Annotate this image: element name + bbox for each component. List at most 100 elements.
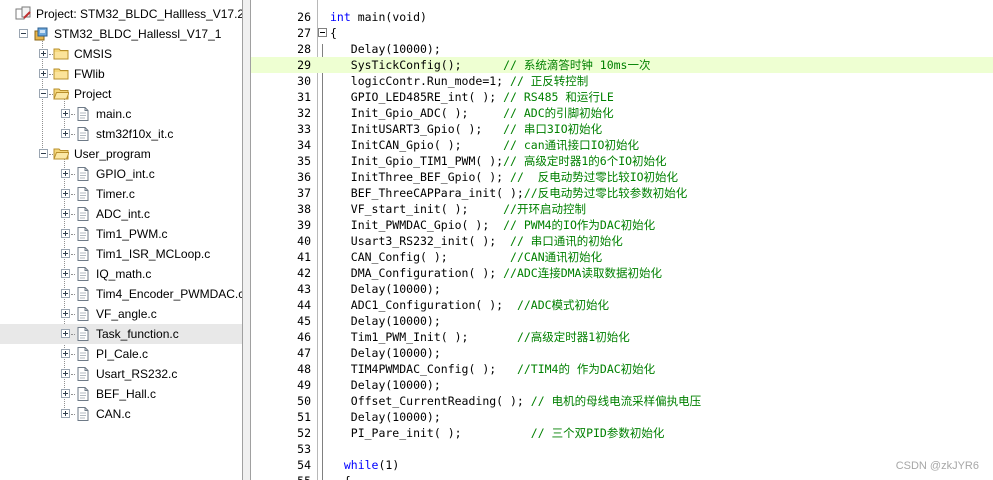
tree-file-item[interactable]: IQ_math.c xyxy=(0,264,242,284)
expand-icon[interactable] xyxy=(61,409,70,418)
expand-icon[interactable] xyxy=(61,249,70,258)
tree-file-item[interactable]: Tim1_ISR_MCLoop.c xyxy=(0,244,242,264)
line-number: 28 xyxy=(297,42,311,56)
expand-icon[interactable] xyxy=(61,109,70,118)
tree-item-label: User_program xyxy=(74,147,151,161)
code-line[interactable]: 42 DMA_Configuration( ); //ADC连接DMA读取数据初… xyxy=(251,265,993,281)
source-file-icon xyxy=(75,326,91,342)
code-line[interactable]: 47 Delay(10000); xyxy=(251,345,993,361)
fold-collapse-icon[interactable] xyxy=(318,28,327,37)
code-line[interactable]: 38 VF_start_init( ); //开环启动控制 xyxy=(251,201,993,217)
tree-file-item[interactable]: Task_function.c xyxy=(0,324,242,344)
expand-icon[interactable] xyxy=(61,309,70,318)
code-line[interactable]: 48 TIM4PWMDAC_Config( ); //TIM4的 作为DAC初始… xyxy=(251,361,993,377)
code-line[interactable]: 30 logicContr.Run_mode=1; // 正反转控制 xyxy=(251,73,993,89)
tree-file-item[interactable]: CAN.c xyxy=(0,404,242,424)
tree-file-item[interactable]: ADC_int.c xyxy=(0,204,242,224)
expand-icon[interactable] xyxy=(61,269,70,278)
tree-item-label: Tim1_PWM.c xyxy=(96,227,168,241)
line-number: 37 xyxy=(297,186,311,200)
line-number: 53 xyxy=(297,442,311,456)
tree-item-label: stm32f10x_it.c xyxy=(96,127,174,141)
code-line[interactable]: 39 Init_PWMDAC_Gpio( ); // PWM4的IO作为DAC初… xyxy=(251,217,993,233)
code-text: Delay(10000); xyxy=(330,282,441,296)
line-number: 39 xyxy=(297,218,311,232)
expand-icon[interactable] xyxy=(61,169,70,178)
code-line[interactable]: 41 CAN_Config( ); //CAN通讯初始化 xyxy=(251,249,993,265)
code-line[interactable]: 27 { xyxy=(251,25,993,41)
code-text: { xyxy=(330,473,351,480)
code-line[interactable]: 46 Tim1_PWM_Init( ); //高级定时器1初始化 xyxy=(251,329,993,345)
code-line[interactable]: 50 Offset_CurrentReading( ); // 电机的母线电流采… xyxy=(251,393,993,409)
tree-file-item[interactable]: Tim1_PWM.c xyxy=(0,224,242,244)
code-line[interactable]: 43 Delay(10000); xyxy=(251,281,993,297)
code-line[interactable]: 28 Delay(10000); xyxy=(251,41,993,57)
expand-icon[interactable] xyxy=(39,69,48,78)
code-line[interactable]: 45 Delay(10000); xyxy=(251,313,993,329)
code-text: CAN_Config( ); //CAN通讯初始化 xyxy=(330,250,603,264)
code-line[interactable]: 51 Delay(10000); xyxy=(251,409,993,425)
tree-file-item[interactable]: VF_angle.c xyxy=(0,304,242,324)
tree-item-label: GPIO_int.c xyxy=(96,167,155,181)
tree-group-item[interactable]: User_program xyxy=(0,144,242,164)
tree-group-item[interactable]: Project xyxy=(0,84,242,104)
code-text: PI_Pare_init( ); // 三个双PID参数初始化 xyxy=(330,426,665,440)
tree-file-item[interactable]: main.c xyxy=(0,104,242,124)
collapse-icon[interactable] xyxy=(39,149,48,158)
tree-file-item[interactable]: stm32f10x_it.c xyxy=(0,124,242,144)
collapse-icon[interactable] xyxy=(39,89,48,98)
code-text: while(1) xyxy=(343,458,400,472)
code-line[interactable]: 34 InitCAN_Gpio( ); // can通讯接口IO初始化 xyxy=(251,137,993,153)
tree-file-item[interactable]: GPIO_int.c xyxy=(0,164,242,184)
code-line[interactable]: 32 Init_Gpio_ADC( ); // ADC的引脚初始化 xyxy=(251,105,993,121)
code-text: Delay(10000); xyxy=(330,42,441,56)
tree-item-label: STM32_BLDC_Hallessl_V17_1 xyxy=(54,27,222,41)
tree-file-item[interactable]: Timer.c xyxy=(0,184,242,204)
expand-icon[interactable] xyxy=(61,289,70,298)
code-line[interactable]: 37 BEF_ThreeCAPPara_init( );//反电动势过零比较参数… xyxy=(251,185,993,201)
panel-splitter[interactable] xyxy=(242,0,251,480)
expand-icon[interactable] xyxy=(39,49,48,58)
expand-icon[interactable] xyxy=(61,189,70,198)
expand-icon[interactable] xyxy=(61,389,70,398)
code-line[interactable]: 49 Delay(10000); xyxy=(251,377,993,393)
folder-icon xyxy=(53,66,69,82)
tree-root-item[interactable]: Project: STM32_BLDC_Hallless_V17.2 xyxy=(0,4,242,24)
tree-group-item[interactable]: FWlib xyxy=(0,64,242,84)
expand-icon[interactable] xyxy=(61,129,70,138)
code-line[interactable]: 40 Usart3_RS232_init( ); // 串口通讯的初始化 xyxy=(251,233,993,249)
code-line[interactable]: 52 PI_Pare_init( ); // 三个双PID参数初始化 xyxy=(251,425,993,441)
line-number: 30 xyxy=(297,74,311,88)
expand-icon[interactable] xyxy=(61,209,70,218)
tree-group-item[interactable]: CMSIS xyxy=(0,44,242,64)
code-text: BEF_ThreeCAPPara_init( );//反电动势过零比较参数初始化 xyxy=(330,186,688,200)
tree-file-item[interactable]: Usart_RS232.c xyxy=(0,364,242,384)
source-file-icon xyxy=(75,306,91,322)
code-line[interactable]: 36 InitThree_BEF_Gpio( ); // 反电动势过零比较IO初… xyxy=(251,169,993,185)
source-file-icon xyxy=(75,346,91,362)
code-line[interactable]: 55 { xyxy=(251,473,993,480)
tree-root-item[interactable]: STM32_BLDC_Hallessl_V17_1 xyxy=(0,24,242,44)
expand-icon[interactable] xyxy=(61,229,70,238)
code-line[interactable]: 35 Init_Gpio_TIM1_PWM( );// 高级定时器1的6个IO初… xyxy=(251,153,993,169)
code-text: SysTickConfig(); // 系统滴答时钟 10ms一次 xyxy=(330,58,651,72)
expand-icon[interactable] xyxy=(61,349,70,358)
code-text: InitUSART3_Gpio( ); // 串口3IO初始化 xyxy=(330,122,603,136)
collapse-icon[interactable] xyxy=(19,29,28,38)
code-line[interactable]: 26 int main(void) xyxy=(251,9,993,25)
tree-file-item[interactable]: PI_Cale.c xyxy=(0,344,242,364)
tree-file-item[interactable]: BEF_Hall.c xyxy=(0,384,242,404)
source-file-icon xyxy=(75,246,91,262)
code-line[interactable]: 53 xyxy=(251,441,993,457)
expand-icon[interactable] xyxy=(61,369,70,378)
tree-item-label: Usart_RS232.c xyxy=(96,367,178,381)
line-number: 40 xyxy=(297,234,311,248)
expand-icon[interactable] xyxy=(61,329,70,338)
code-line[interactable]: 54 while(1) xyxy=(251,457,993,473)
code-editor[interactable]: 26 int main(void) 27{28 Delay(10000); 29 Sy… xyxy=(251,0,993,480)
code-line[interactable]: 44 ADC1_Configuration( ); //ADC模式初始化 xyxy=(251,297,993,313)
code-line[interactable]: 33 InitUSART3_Gpio( ); // 串口3IO初始化 xyxy=(251,121,993,137)
code-line-current[interactable]: 29 SysTickConfig(); // 系统滴答时钟 10ms一次 xyxy=(251,57,993,73)
code-line[interactable]: 31 GPIO_LED485RE_int( ); // RS485 和运行LE xyxy=(251,89,993,105)
tree-file-item[interactable]: Tim4_Encoder_PWMDAC.c xyxy=(0,284,242,304)
